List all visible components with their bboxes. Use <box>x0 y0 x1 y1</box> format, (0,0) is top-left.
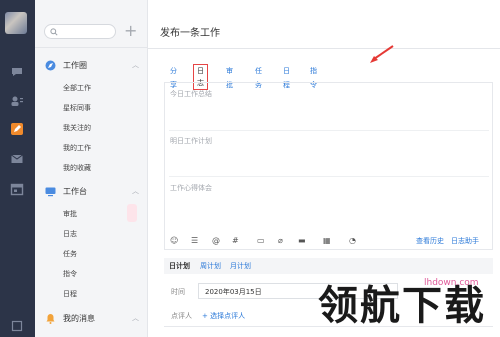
archive-icon[interactable]: ▬ <box>298 236 306 246</box>
log-assistant-link[interactable]: 日志助手 <box>451 236 479 246</box>
experience-field[interactable]: 工作心得体会 <box>170 183 212 193</box>
tab-weekly-plan[interactable]: 周计划 <box>200 261 221 271</box>
sidebar-item-following[interactable]: 我关注的 <box>63 122 91 134</box>
chevron-up-icon[interactable]: ︿ <box>132 60 139 70</box>
app-rail <box>0 0 35 337</box>
chat-icon[interactable] <box>9 64 25 80</box>
mention-icon[interactable]: @ <box>212 236 220 246</box>
watermark-logo: 领航下载 lhdown.com <box>318 278 500 337</box>
tomorrow-plan-field[interactable]: 明日工作计划 <box>170 136 212 146</box>
time-label: 时间 <box>171 288 185 296</box>
sidebar-item-log[interactable]: 日志 <box>63 228 77 240</box>
emoji-icon[interactable]: ☺ <box>170 236 178 246</box>
view-history-link[interactable]: 查看历史 <box>416 236 444 246</box>
hashtag-icon[interactable]: # <box>232 236 239 246</box>
contacts-icon[interactable] <box>9 93 25 109</box>
chevron-up-icon[interactable]: ︿ <box>132 313 139 323</box>
plan-tabs: 日计划 周计划 月计划 <box>164 258 493 274</box>
add-icon[interactable]: + <box>124 22 137 40</box>
tab-monthly-plan[interactable]: 月计划 <box>230 261 251 271</box>
section-label: 工作台 <box>63 186 87 196</box>
sidebar-item-my-work[interactable]: 我的工作 <box>63 142 91 154</box>
tab-daily-plan[interactable]: 日计划 <box>169 261 190 271</box>
annotation-arrow-icon <box>370 45 394 63</box>
image-icon[interactable]: ▭ <box>257 236 265 246</box>
table-icon[interactable]: ▦ <box>323 236 331 246</box>
reviewer-label: 点评人 <box>171 312 192 320</box>
monitor-icon <box>45 186 56 197</box>
divider <box>169 176 489 177</box>
sidebar-item-task[interactable]: 任务 <box>63 248 77 260</box>
editor-toolbar: ☺ ☰ @ # ▭ ⌀ ▬ ▦ ◔ 查看历史 日志助手 <box>165 232 492 250</box>
section-label: 工作圈 <box>63 60 87 70</box>
watermark-text: 领航下载 <box>318 283 486 329</box>
window-icon[interactable] <box>9 318 25 334</box>
watermark-url: lhdown.com <box>424 278 479 288</box>
search-input[interactable] <box>44 24 116 39</box>
calendar-icon[interactable] <box>9 181 25 197</box>
divider <box>169 130 489 131</box>
compass-icon <box>45 60 56 71</box>
sidebar: + 工作圈 ︿ 全部工作 星标同事 我关注的 我的工作 我的收藏 工作台 ︿ 审… <box>35 0 148 337</box>
sidebar-item-all-work[interactable]: 全部工作 <box>63 82 91 94</box>
chevron-up-icon[interactable]: ︿ <box>132 186 139 196</box>
divider <box>35 47 148 48</box>
attachment-icon[interactable]: ⌀ <box>278 236 283 246</box>
log-editor: 今日工作总结 明日工作计划 工作心得体会 ☺ ☰ @ # ▭ ⌀ ▬ ▦ ◔ 查… <box>164 82 493 250</box>
page-title: 发布一条工作 <box>160 28 220 39</box>
scroll-marker <box>127 204 137 222</box>
chart-icon[interactable]: ◔ <box>349 236 356 246</box>
bell-icon <box>45 313 56 324</box>
user-avatar[interactable] <box>5 12 27 34</box>
work-edit-icon[interactable] <box>9 121 25 137</box>
sidebar-item-approval[interactable]: 审批 <box>63 208 77 220</box>
today-summary-field[interactable]: 今日工作总结 <box>170 89 212 99</box>
select-reviewer-link[interactable]: + 选择点评人 <box>202 311 245 321</box>
divider <box>148 48 500 49</box>
section-workbench[interactable]: 工作台 ︿ <box>45 184 148 198</box>
sidebar-item-instruction[interactable]: 指令 <box>63 268 77 280</box>
sidebar-item-schedule[interactable]: 日程 <box>63 288 77 300</box>
mail-icon[interactable] <box>9 151 25 167</box>
section-label: 我的消息 <box>63 313 95 323</box>
search-icon <box>50 28 58 36</box>
section-workcircle[interactable]: 工作圈 ︿ <box>45 58 148 72</box>
sidebar-item-favorites[interactable]: 我的收藏 <box>63 162 91 174</box>
list-icon[interactable]: ☰ <box>191 236 198 246</box>
sidebar-item-starred[interactable]: 星标同事 <box>63 102 91 114</box>
section-messages[interactable]: 我的消息 ︿ <box>45 311 148 325</box>
